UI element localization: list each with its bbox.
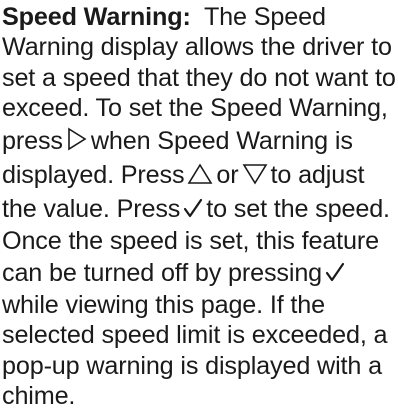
body-text: displayed. Press xyxy=(2,160,185,189)
body-text: Warning display allows the driver to xyxy=(2,33,392,62)
body-text: to set the speed. xyxy=(206,194,390,223)
checkmark-icon xyxy=(325,261,345,283)
line-12: pop-up warning is displayed with a xyxy=(2,351,396,381)
body-text: pop-up warning is displayed with a xyxy=(2,351,382,380)
body-text: to adjust xyxy=(270,160,365,189)
line-2: Warning display allows the driver to xyxy=(2,32,396,62)
line-13: chime. xyxy=(2,381,396,411)
body-text: chime. xyxy=(2,382,76,411)
body-text: set a speed that they do not want to xyxy=(2,63,396,92)
line-10: while viewing this page. If the xyxy=(2,290,396,320)
body-text: the value. Press xyxy=(2,194,181,223)
document-page: Speed Warning: The Speed Warning display… xyxy=(0,0,398,410)
line-11: selected speed limit is exceeded, a xyxy=(2,320,396,350)
body-text: when Speed Warning is xyxy=(90,126,353,155)
body-text: or xyxy=(216,160,239,189)
line-6: displayed. Press or to adjust xyxy=(2,158,396,192)
line-4: exceed. To set the Speed Warning, xyxy=(2,93,396,123)
right-arrow-icon xyxy=(66,127,88,151)
body-text: while viewing this page. If the xyxy=(2,291,325,320)
body-text: exceed. To set the Speed Warning, xyxy=(2,94,388,123)
line-3: set a speed that they do not want to xyxy=(2,63,396,93)
body-text: The Speed xyxy=(203,3,326,31)
line-5: press when Speed Warning is xyxy=(2,124,396,158)
body-text: can be turned off by pressing xyxy=(2,259,323,288)
body-text: press xyxy=(2,126,63,155)
line-7: the value. Press to set the speed. xyxy=(2,192,396,226)
line-1: Speed Warning: The Speed xyxy=(2,2,396,32)
body-text: selected speed limit is exceeded, a xyxy=(2,321,388,350)
checkmark-icon xyxy=(183,197,203,219)
body-text: Once the speed is set, this feature xyxy=(2,226,379,255)
line-8: Once the speed is set, this feature xyxy=(2,226,396,256)
line-9: can be turned off by pressing xyxy=(2,256,396,290)
section-heading: Speed Warning: xyxy=(2,3,191,31)
down-arrow-icon xyxy=(242,163,268,185)
up-arrow-icon xyxy=(187,163,213,185)
